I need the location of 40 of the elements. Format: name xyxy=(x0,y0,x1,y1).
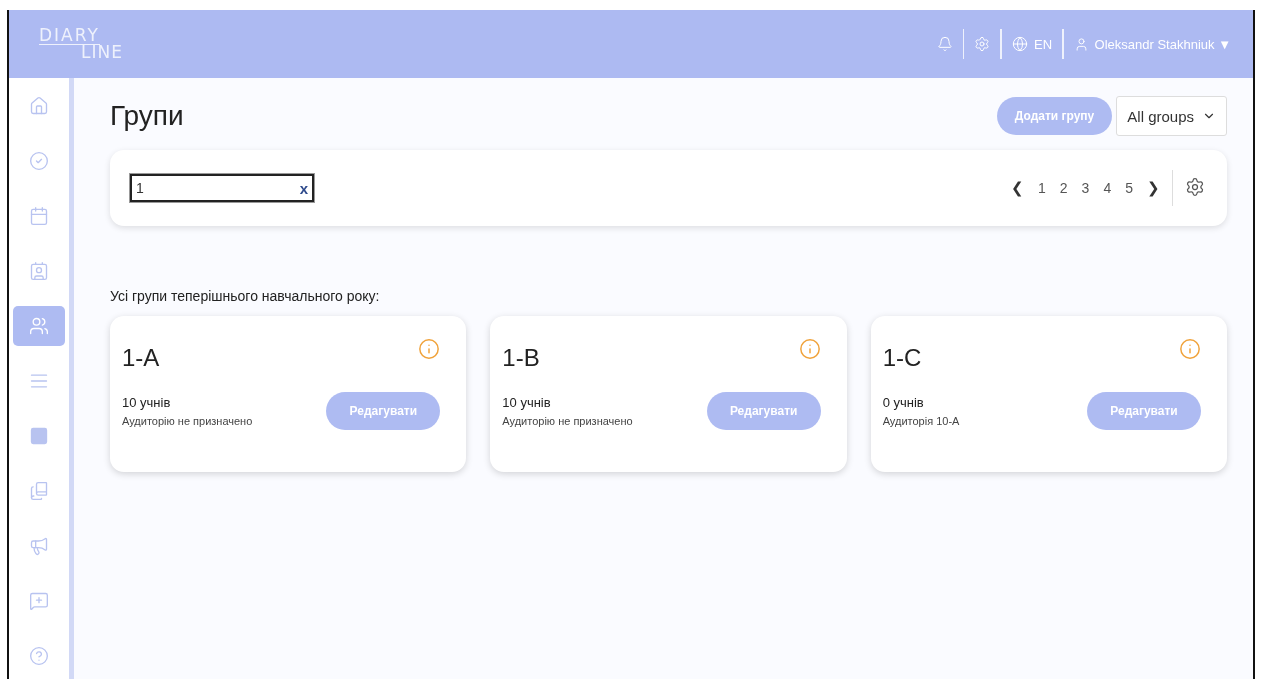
message-plus-icon xyxy=(29,591,49,611)
calendar-icon xyxy=(29,206,49,226)
section-heading: Усі групи теперішнього навчального року: xyxy=(110,288,381,304)
page-title: Групи xyxy=(110,100,184,132)
groups-filter-select[interactable]: All groups xyxy=(1116,96,1227,136)
group-name: 1-C xyxy=(882,344,922,372)
home-icon xyxy=(29,96,49,116)
student-count: 10 учнів xyxy=(502,395,552,410)
info-icon[interactable] xyxy=(1179,338,1201,360)
student-count: 0 учнів xyxy=(882,395,925,410)
search-field[interactable]: 1 x xyxy=(130,174,314,202)
megaphone-icon xyxy=(29,536,49,556)
groups-nav-item[interactable] xyxy=(13,306,65,346)
user-icon xyxy=(1073,36,1089,52)
group-name: 1-B xyxy=(502,344,540,372)
notifications-button[interactable] xyxy=(937,36,953,52)
page-number-button[interactable]: 1 xyxy=(1036,180,1048,196)
check-circle-icon xyxy=(29,151,49,171)
users-icon xyxy=(29,316,49,336)
logo-text: LINE xyxy=(81,44,123,61)
student-count: 10 учнів xyxy=(122,395,172,410)
room-text: Аудиторія 10-A xyxy=(882,415,960,427)
help-icon xyxy=(29,646,49,666)
room-text: Аудиторію не призначено xyxy=(502,415,633,427)
room-text: Аудиторію не призначено xyxy=(122,415,253,427)
logo-text: DIARY xyxy=(39,27,100,45)
page-number-button[interactable]: 4 xyxy=(1101,180,1114,196)
page-number-button[interactable]: 5 xyxy=(1123,180,1135,196)
page-number-button[interactable]: 3 xyxy=(1079,180,1092,196)
group-name: 1-A xyxy=(122,344,160,372)
clear-search-button[interactable]: x xyxy=(299,179,308,197)
id-badge-icon xyxy=(29,261,49,281)
info-icon[interactable] xyxy=(798,338,821,360)
previous-page-button[interactable]: ❮ xyxy=(1009,179,1026,197)
globe-icon xyxy=(1012,36,1028,52)
square-icon xyxy=(29,426,49,446)
books-icon xyxy=(29,481,49,501)
page-number-button[interactable]: 2 xyxy=(1057,180,1070,196)
info-icon[interactable] xyxy=(418,338,441,360)
next-page-button[interactable]: ❯ xyxy=(1145,179,1162,197)
